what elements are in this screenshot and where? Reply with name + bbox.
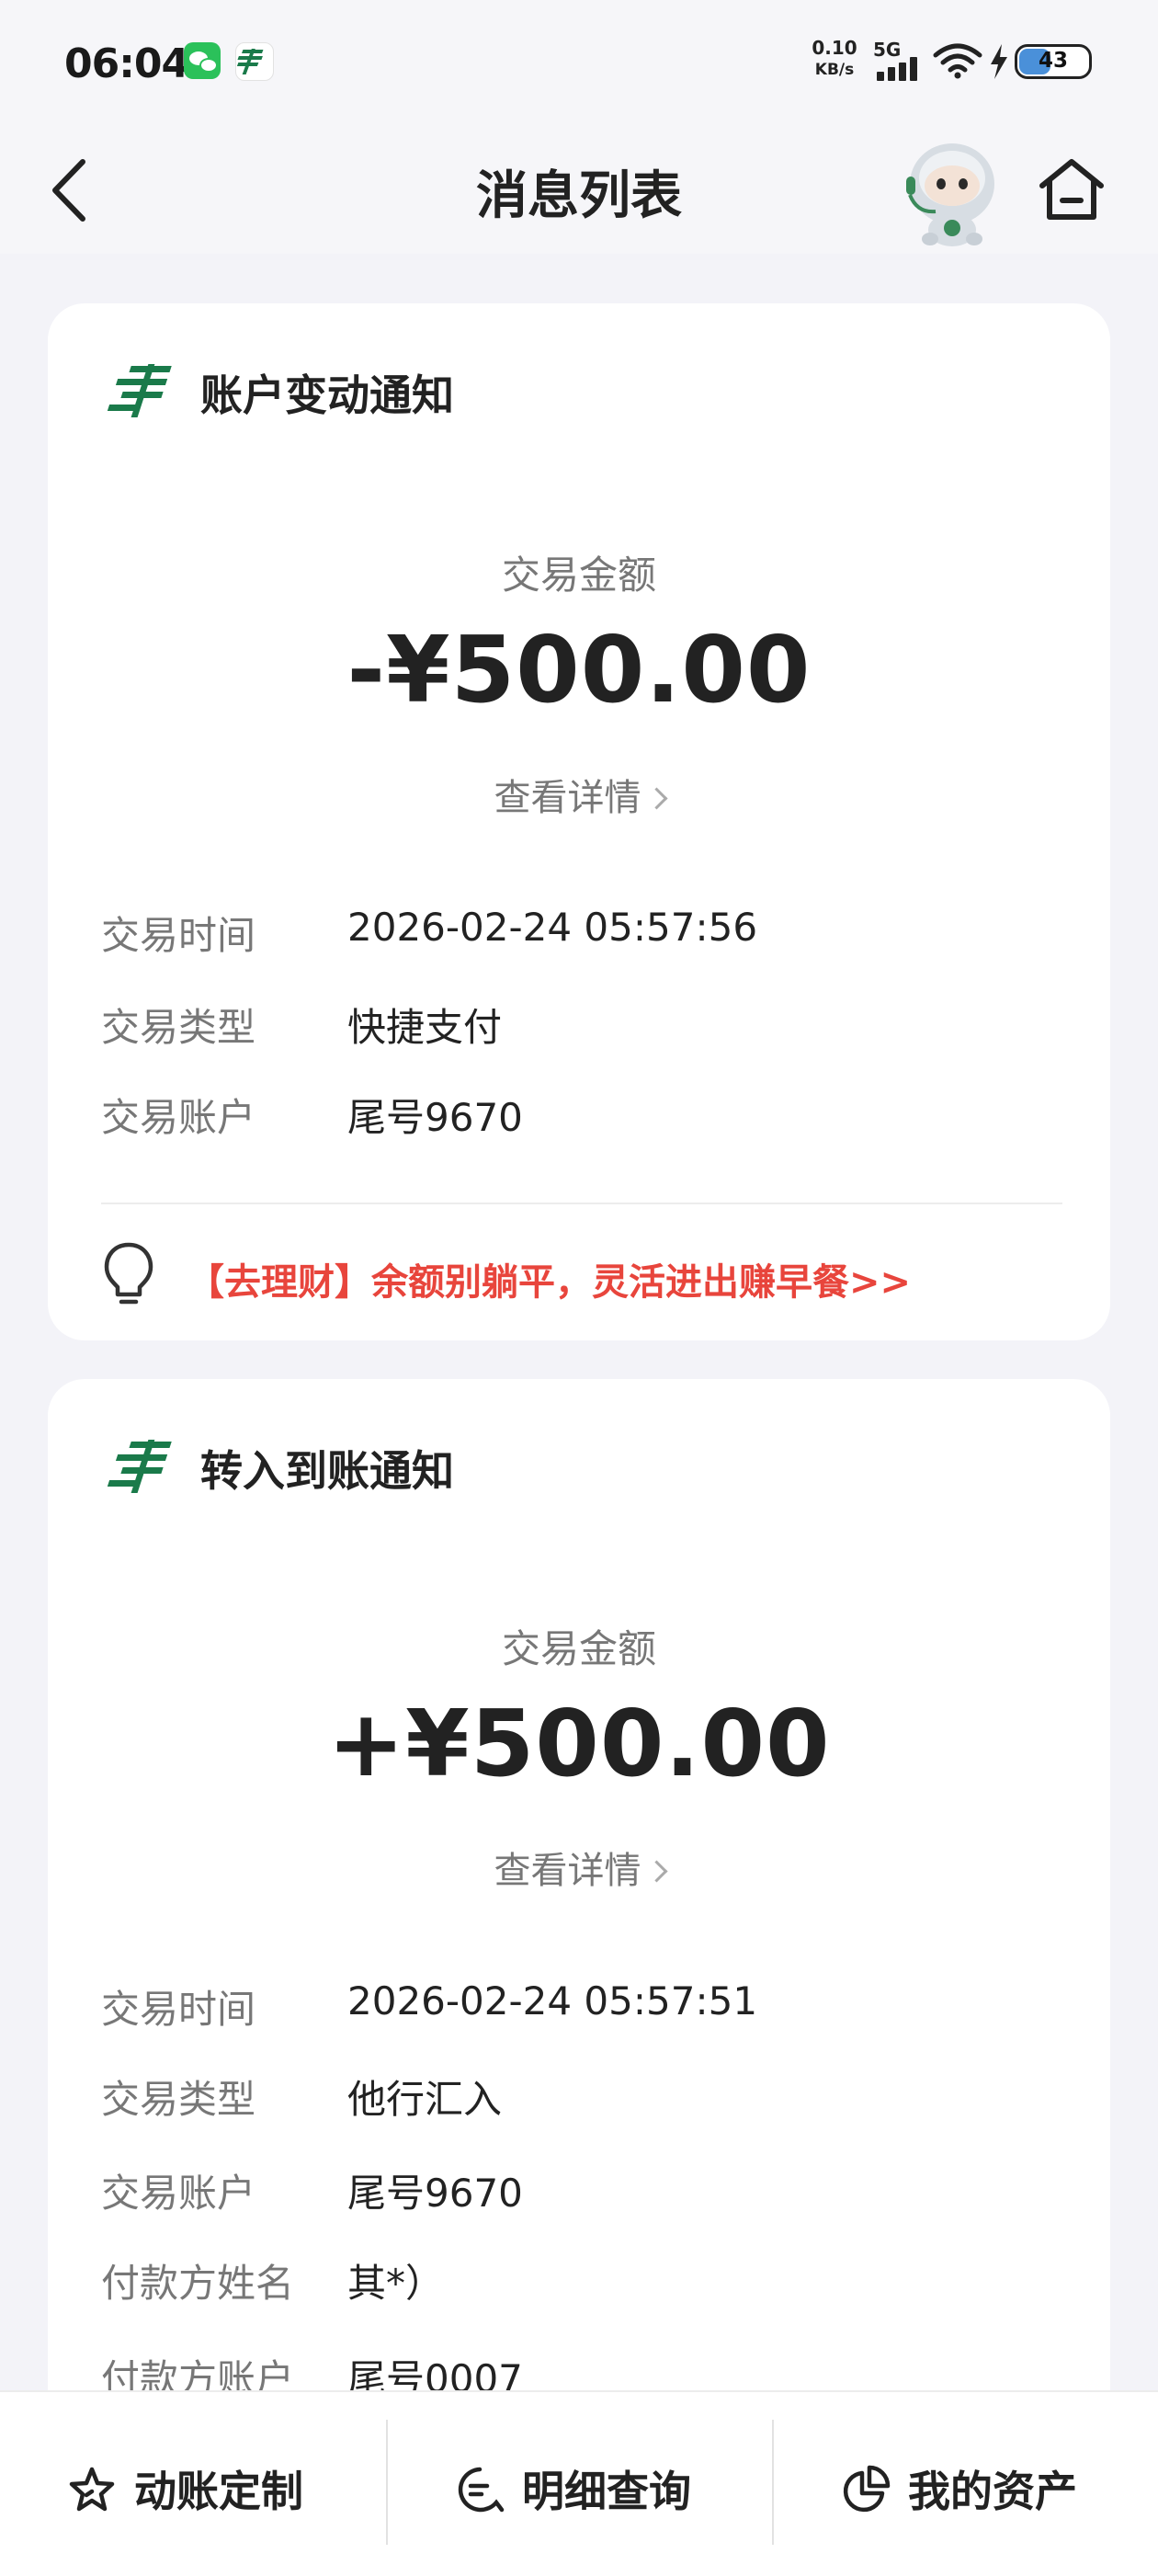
postal-bank-logo-icon <box>107 364 172 417</box>
info-value: 快捷支付 <box>347 1005 503 1050</box>
view-details-link[interactable]: 查看详情 <box>48 1841 1110 1894</box>
pie-chart-icon <box>843 2465 891 2513</box>
battery-percent: 43 <box>1038 49 1068 73</box>
info-label: 交易类型 <box>101 2077 256 2122</box>
network-speed: 0.10 KB/s <box>809 37 860 81</box>
amount-value: -¥500.00 <box>346 616 812 724</box>
tab-label: 我的资产 <box>908 2467 1077 2516</box>
promo-text: 【去理财】余额别躺平，灵活进出赚早餐>> <box>187 1261 912 1304</box>
assistant-robot-icon[interactable] <box>899 131 1005 248</box>
view-details-link[interactable]: 查看详情 <box>48 768 1110 821</box>
divider <box>101 1203 1062 1204</box>
battery-icon: 43 <box>1015 44 1092 79</box>
wifi-icon <box>933 43 982 79</box>
tab-my-assets[interactable]: 我的资产 <box>772 2392 1158 2576</box>
charging-icon <box>991 44 1007 79</box>
info-label: 交易账户 <box>101 2171 256 2216</box>
lightbulb-icon <box>104 1242 153 1305</box>
tab-label: 明细查询 <box>522 2467 691 2516</box>
status-time: 06:04 <box>64 40 189 87</box>
card-title: 账户变动通知 <box>200 370 454 420</box>
info-value: 他行汇入 <box>347 2077 503 2122</box>
info-value: 尾号9670 <box>347 1095 523 1140</box>
info-value: 2026-02-24 05:57:51 <box>347 1978 758 2023</box>
signal-icon <box>877 55 923 81</box>
amount-label: 交易金额 <box>501 553 656 598</box>
view-details-label: 查看详情 <box>494 1850 641 1892</box>
info-value: 尾号9670 <box>347 2171 523 2216</box>
message-card[interactable]: 账户变动通知 交易金额 -¥500.00 查看详情 交易时间 2026-02-2… <box>48 303 1110 1340</box>
network-speed-value: 0.10 <box>812 37 857 59</box>
status-bar: 06:04 0.10 KB/s 5G 43 <box>0 0 1158 125</box>
postal-bank-logo-icon <box>107 1440 172 1493</box>
info-value: 其*） <box>347 2261 445 2306</box>
chevron-right-icon <box>644 1860 668 1883</box>
info-label: 交易类型 <box>101 1005 256 1050</box>
info-label: 交易时间 <box>101 1987 256 2032</box>
info-label: 交易账户 <box>101 1095 256 1140</box>
info-label: 交易时间 <box>101 913 256 958</box>
postal-bank-notification-icon <box>235 42 274 81</box>
amount-label: 交易金额 <box>501 1626 656 1671</box>
tab-label: 动账定制 <box>134 2467 303 2516</box>
info-label: 付款方姓名 <box>101 2261 295 2306</box>
chevron-right-icon <box>644 787 668 810</box>
tab-account-alert-settings[interactable]: 动账定制 <box>0 2392 386 2576</box>
info-value: 2026-02-24 05:57:56 <box>347 905 758 950</box>
card-title: 转入到账通知 <box>200 1446 454 1496</box>
wechat-notification-icon <box>184 42 221 79</box>
tab-transaction-query[interactable]: 明细查询 <box>386 2392 772 2576</box>
nav-bar: 消息列表 <box>0 125 1158 254</box>
bottom-nav: 动账定制 明细查询 我的资产 <box>0 2390 1158 2576</box>
network-speed-unit: KB/s <box>814 61 855 79</box>
amount-value: +¥500.00 <box>327 1690 831 1797</box>
star-outline-icon <box>69 2467 115 2512</box>
search-list-icon <box>458 2467 505 2513</box>
home-icon[interactable] <box>1035 153 1108 226</box>
view-details-label: 查看详情 <box>494 777 641 819</box>
